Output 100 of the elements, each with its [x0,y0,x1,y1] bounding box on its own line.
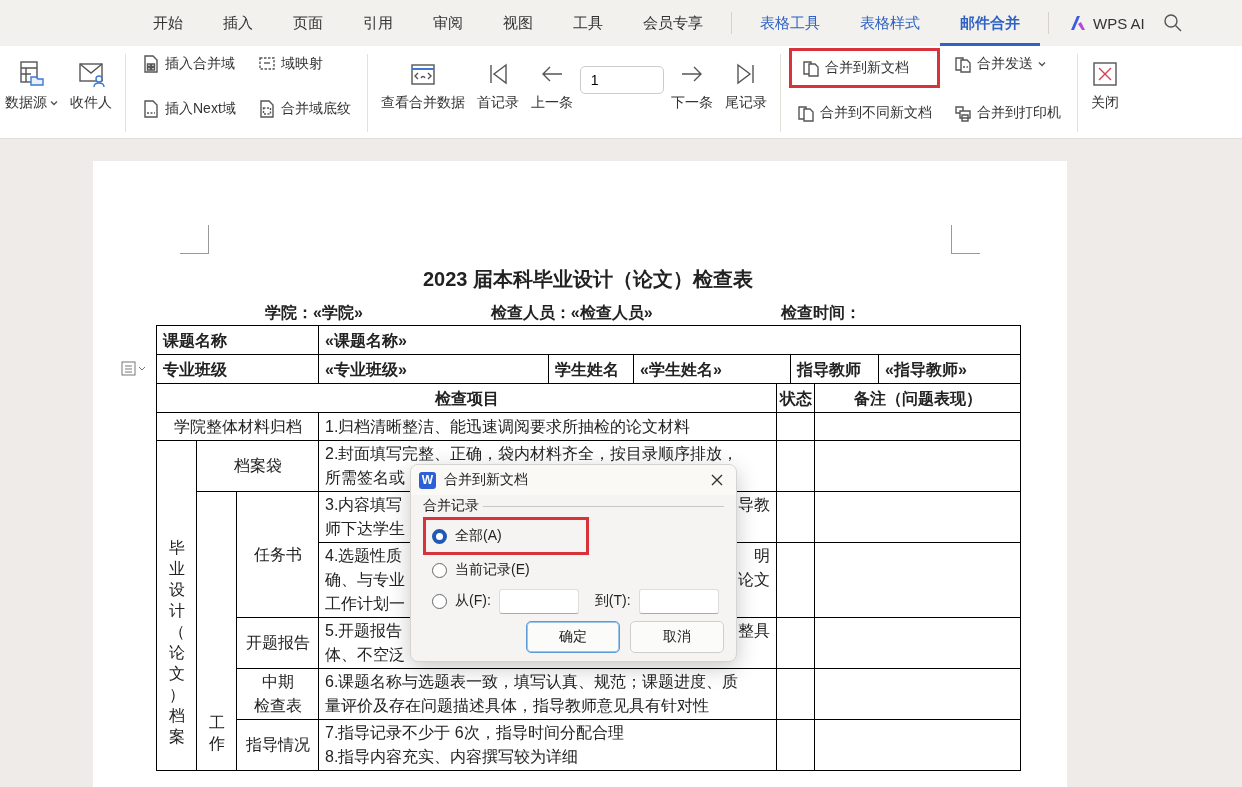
radio-button[interactable] [432,528,447,544]
table-folder-icon [17,60,46,88]
menu-tab[interactable]: 会员专享 [623,0,723,46]
cell-text: 体、不空泛 [325,645,406,665]
table-cell-text: 毕业设计（论文）档案 [169,538,185,747]
column-header: 备注（问题表现） [814,383,1021,413]
menu-tab[interactable]: 引用 [343,0,413,46]
ribbon-button[interactable]: 下一条 [665,56,718,116]
column-header: 检查项目 [156,383,777,413]
document-shading-icon [257,100,276,118]
cell-text: 整具 [738,621,771,641]
table-cell-text: 指导情况 [244,735,311,755]
table-cell: «课题名称» [318,325,1021,355]
close-icon [1090,60,1119,88]
group-label: 合并记录 [423,497,479,515]
ribbon-button[interactable]: 插入合并域 [134,48,244,80]
cell-text: 8.指导内容充实、内容撰写较为详细 [325,747,579,767]
form-label: 检查时间： [780,303,861,323]
cell-text: 师下达学生 [325,519,406,539]
crop-mark [180,225,209,254]
table-cell: 专业班级 [163,360,227,378]
cell-text: 工作计划一 [325,594,406,614]
table-cell: «指导教师» [878,354,1021,384]
field-label: 到(T): [594,592,631,610]
cell-text: 论文 [738,570,771,590]
dialog-button[interactable]: 取消 [630,621,724,653]
table-cell-text: 检查表 [252,696,303,716]
ai-logo-icon [1069,15,1087,31]
ribbon-button[interactable]: 查看合并数据 [375,56,470,116]
ribbon-button[interactable]: 尾记录 [719,56,772,116]
table-cell-text: 工作 [209,713,225,754]
dialog-button[interactable]: 确定 [526,621,620,653]
ai-button[interactable]: WPS AI [1057,14,1157,32]
ribbon-button[interactable]: 上一条 [525,56,578,116]
column-header: 状态 [776,383,815,413]
ribbon-button[interactable]: 合并域底纹 [249,93,359,125]
document-title: 2023 届本科毕业设计（论文）检查表 [421,267,755,292]
table-cell-text: 任务书 [252,544,303,565]
menu-tab[interactable]: 工具 [553,0,623,46]
menu-tab[interactable]: 页面 [273,0,343,46]
table-cell: 1.归档清晰整洁、能迅速调阅要求所抽检的论文材料 [318,412,777,441]
documents-icon [801,59,820,77]
table-cell: 指导教师 [790,354,879,384]
table-cell: 学院整体材料归档 [156,412,319,441]
ribbon-button[interactable]: 合并发送 [945,48,1069,80]
table-cell: 课题名称 [156,325,319,355]
menu-tab[interactable]: 表格样式 [840,0,940,46]
dashed-frame-icon [257,55,276,73]
menu-tab[interactable]: 表格工具 [740,0,840,46]
ribbon-button[interactable]: 首记录 [471,56,524,116]
ribbon-button[interactable]: 数据源 [0,56,63,116]
search-icon[interactable] [1162,13,1183,33]
cell-text: 7.指导记录不少于 6次，指导时间分配合理 [325,723,624,743]
documents-icon [953,55,972,73]
cell-text: 2.封面填写完整、正确，袋内材料齐全，按目录顺序排放， [325,444,739,464]
record-field[interactable]: 1 [579,66,664,94]
menu-tab[interactable]: 视图 [483,0,553,46]
table-cell: «专业班级» [318,354,549,384]
option-label[interactable]: 当前记录(E) [455,561,530,579]
option-label[interactable]: 全部(A) [455,527,502,545]
input-field[interactable] [498,588,579,614]
menu-tab[interactable]: 开始 [133,0,203,46]
ribbon-button[interactable]: 收件人 [65,56,117,116]
ribbon-button[interactable]: 插入Next域 [134,93,244,125]
documents-icon [796,104,815,122]
document-dashed-icon [142,100,160,118]
table-cell-text: 中期 [260,672,295,692]
cell-text: 3.内容填写 [325,495,403,515]
form-label: 学院：«学院» [265,303,363,323]
ribbon-button[interactable]: 域映射 [249,48,359,80]
envelope-person-icon [77,60,105,88]
menu-tab[interactable]: 插入 [203,0,273,46]
ribbon-button[interactable]: 合并到新文档 [788,48,940,88]
document-grid-icon [142,55,160,73]
form-label: 检查人员：«检查人员» [490,303,653,323]
cell-text: 所需签名或 [325,468,406,488]
printer-icon [953,104,972,122]
ribbon-button[interactable]: 合并到打印机 [945,97,1069,129]
table-cell: «学生姓名» [633,354,791,384]
table-cell: 学生姓名 [548,354,634,384]
cell-text: 5.开题报告 [325,621,403,641]
table-cell-text: 开题报告 [244,633,311,653]
radio-button[interactable] [432,593,447,609]
menu-tab[interactable]: 审阅 [413,0,483,46]
cell-text: 6.课题名称与选题表一致，填写认真、规范；课题进度、质 [325,672,739,692]
crop-mark [951,225,980,254]
ribbon-button[interactable]: 关闭 [1085,56,1124,116]
option-label[interactable]: 从(F): [455,592,491,610]
cell-text: 明 [754,546,771,566]
cell-text: 4.选题性质 [325,546,403,566]
app-badge: W [419,471,436,489]
cell-text: 量评价及存在问题描述具体，指导教师意见具有针对性 [325,696,710,716]
radio-button[interactable] [432,562,447,578]
close-icon[interactable] [710,473,724,487]
table-cell-text: 档案袋 [232,456,283,476]
cell-text: 导教 [738,495,771,515]
cell-text: 确、与专业 [325,570,406,590]
ribbon-button[interactable]: 合并到不同新文档 [788,97,940,129]
table-handle-icon [121,361,147,377]
input-field[interactable] [638,588,719,614]
